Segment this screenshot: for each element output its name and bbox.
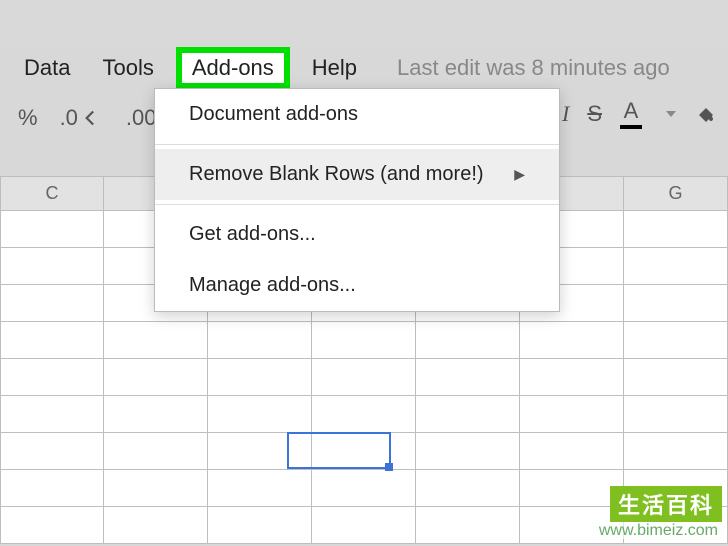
cell[interactable] — [208, 470, 312, 507]
dropdown-document-addons-label: Document add-ons — [189, 103, 358, 126]
cell[interactable] — [416, 396, 520, 433]
cell[interactable] — [0, 322, 104, 359]
text-color-bar — [620, 125, 642, 129]
submenu-arrow-icon: ▶ — [514, 166, 525, 183]
watermark-badge: 生活百科 — [610, 486, 722, 522]
cell[interactable] — [312, 470, 416, 507]
cell[interactable] — [312, 322, 416, 359]
text-color-button[interactable]: A — [620, 98, 642, 129]
cell[interactable] — [416, 359, 520, 396]
watermark-url: www.bimeiz.com — [595, 522, 722, 539]
italic-button[interactable]: I — [562, 101, 569, 127]
dropdown-get-addons-label: Get add-ons... — [189, 223, 316, 246]
format-percent-button[interactable]: % — [18, 105, 38, 131]
chevron-down-icon[interactable] — [666, 111, 676, 117]
cell[interactable] — [0, 285, 104, 322]
cell[interactable] — [208, 507, 312, 544]
cell[interactable] — [416, 507, 520, 544]
cell[interactable] — [104, 396, 208, 433]
cell[interactable] — [624, 248, 728, 285]
table-row — [0, 433, 728, 470]
cell[interactable] — [520, 433, 624, 470]
table-row — [0, 396, 728, 433]
cell[interactable] — [520, 396, 624, 433]
cell[interactable] — [0, 433, 104, 470]
cell[interactable] — [0, 359, 104, 396]
app-frame: Data Tools Add-ons Help Last edit was 8 … — [0, 0, 728, 546]
decrease-decimal-button[interactable]: .0 — [60, 105, 104, 131]
cell[interactable] — [416, 433, 520, 470]
dropdown-document-addons[interactable]: Document add-ons — [155, 89, 559, 140]
paint-bucket-icon — [694, 102, 718, 126]
menubar: Data Tools Add-ons Help Last edit was 8 … — [0, 48, 728, 88]
text-color-label: A — [624, 98, 639, 124]
cell[interactable] — [624, 285, 728, 322]
cell[interactable] — [0, 396, 104, 433]
cell[interactable] — [104, 470, 208, 507]
cell[interactable] — [104, 359, 208, 396]
last-edit-status: Last edit was 8 minutes ago — [397, 55, 670, 81]
cell[interactable] — [312, 507, 416, 544]
increase-decimal-label: .00 — [126, 105, 157, 131]
strikethrough-button[interactable]: S — [587, 101, 602, 127]
col-head[interactable]: G — [624, 176, 728, 211]
cell[interactable] — [624, 322, 728, 359]
toolbar-right: I S A — [562, 98, 718, 129]
menu-addons[interactable]: Add-ons — [176, 47, 290, 89]
cell[interactable] — [208, 359, 312, 396]
cell[interactable] — [104, 433, 208, 470]
cell[interactable] — [104, 322, 208, 359]
cell[interactable] — [520, 359, 624, 396]
top-shade — [0, 0, 728, 48]
dropdown-remove-blank-rows[interactable]: Remove Blank Rows (and more!) ▶ — [155, 149, 559, 200]
cell[interactable] — [0, 470, 104, 507]
cell[interactable] — [0, 507, 104, 544]
dropdown-manage-addons[interactable]: Manage add-ons... — [155, 260, 559, 311]
menu-data[interactable]: Data — [14, 49, 80, 87]
cell[interactable] — [312, 396, 416, 433]
dropdown-separator — [155, 204, 559, 205]
addons-dropdown: Document add-ons Remove Blank Rows (and … — [154, 88, 560, 312]
watermark: 生活百科 www.bimeiz.com — [595, 486, 722, 540]
dropdown-manage-addons-label: Manage add-ons... — [189, 274, 356, 297]
cell[interactable] — [416, 470, 520, 507]
menu-help[interactable]: Help — [302, 49, 367, 87]
cell[interactable] — [208, 396, 312, 433]
dropdown-remove-blank-rows-label: Remove Blank Rows (and more!) — [189, 163, 484, 186]
cell[interactable] — [104, 507, 208, 544]
cell[interactable] — [0, 248, 104, 285]
fill-color-button[interactable] — [694, 102, 718, 126]
menu-tools[interactable]: Tools — [92, 49, 163, 87]
cell[interactable] — [624, 359, 728, 396]
cell[interactable] — [312, 433, 416, 470]
cell[interactable] — [312, 359, 416, 396]
cell[interactable] — [0, 211, 104, 248]
cell[interactable] — [208, 433, 312, 470]
col-head[interactable]: C — [0, 176, 104, 211]
cell[interactable] — [416, 322, 520, 359]
arrow-left-icon — [78, 105, 104, 131]
dropdown-get-addons[interactable]: Get add-ons... — [155, 209, 559, 260]
table-row — [0, 322, 728, 359]
dropdown-separator — [155, 144, 559, 145]
cell[interactable] — [624, 211, 728, 248]
cell[interactable] — [624, 396, 728, 433]
decrease-decimal-label: .0 — [60, 105, 78, 131]
table-row — [0, 359, 728, 396]
cell[interactable] — [208, 322, 312, 359]
cell[interactable] — [624, 433, 728, 470]
cell[interactable] — [520, 322, 624, 359]
